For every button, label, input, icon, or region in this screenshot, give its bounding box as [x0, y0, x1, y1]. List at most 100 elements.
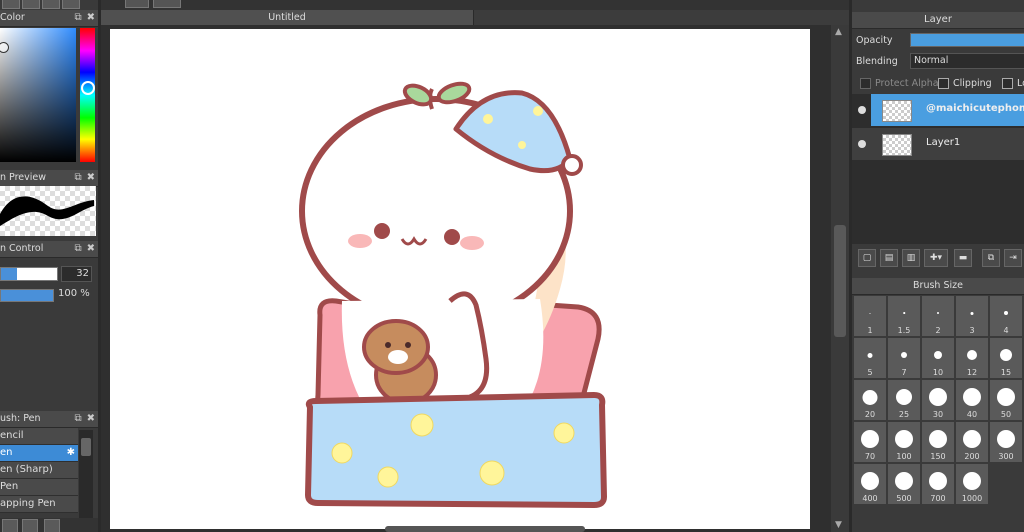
eye-icon[interactable] — [858, 140, 866, 148]
gear-icon[interactable]: ✱ — [67, 445, 75, 461]
toolbar-button[interactable] — [42, 0, 60, 9]
layer-list: @maichicutephoma Layer1 — [852, 94, 1024, 244]
brush-size-cell[interactable]: 40 — [956, 380, 988, 420]
brush-item[interactable]: encil — [0, 428, 78, 445]
brush-list-scrollbar[interactable] — [79, 430, 93, 518]
brush-size-dot — [862, 389, 878, 405]
brush-size-cell[interactable]: 70 — [854, 422, 886, 462]
brush-preview-title: n Preview — [0, 172, 47, 183]
brush-size-cell[interactable]: 30 — [922, 380, 954, 420]
brush-size-cell[interactable]: 5 — [854, 338, 886, 378]
checkbox-box[interactable] — [938, 78, 949, 89]
layer-opacity-slider[interactable] — [910, 33, 1024, 47]
toolbar-button[interactable] — [22, 0, 40, 9]
brush-size-cell[interactable]: 1.5 — [888, 296, 920, 336]
close-icon[interactable]: ✖ — [87, 243, 95, 254]
new-raster-layer-icon[interactable]: ▤ — [880, 249, 898, 267]
brush-size-dot — [1004, 311, 1008, 315]
brush-size-label: 300 — [998, 452, 1014, 461]
brush-size-label: 7 — [901, 368, 907, 377]
toolbar-button[interactable] — [2, 0, 20, 9]
close-icon[interactable]: ✖ — [87, 12, 95, 23]
brush-size-cell[interactable]: 500 — [888, 464, 920, 504]
scroll-down-icon[interactable]: ▼ — [835, 520, 842, 530]
brush-size-cell[interactable]: 1000 — [956, 464, 988, 504]
close-icon[interactable]: ✖ — [87, 413, 95, 424]
duplicate-layer-icon[interactable]: ⧉ — [982, 249, 1000, 267]
brush-size-cell[interactable]: 100 — [888, 422, 920, 462]
protect-alpha-checkbox[interactable]: Protect Alpha — [860, 78, 939, 89]
brush-size-label: 2 — [935, 326, 941, 335]
toolbar-button[interactable] — [125, 0, 149, 8]
brush-opacity-slider[interactable] — [0, 289, 54, 302]
brush-preview — [0, 186, 96, 236]
layer-row-selected[interactable]: @maichicutephoma — [852, 94, 1024, 126]
brush-size-cell[interactable]: 150 — [922, 422, 954, 462]
brush-size-cell[interactable]: 4 — [990, 296, 1022, 336]
vertical-scrollbar[interactable]: ▲ ▼ — [831, 25, 849, 532]
brush-size-value[interactable]: 32 — [61, 266, 92, 282]
eye-icon[interactable] — [858, 106, 866, 114]
brush-size-dot — [997, 388, 1015, 406]
brush-list: encil en ✱ en (Sharp) Pen apping Pen — [0, 428, 78, 513]
brush-item-label: encil — [0, 430, 24, 441]
brush-size-cell[interactable]: 2 — [922, 296, 954, 336]
brush-item-selected[interactable]: en ✱ — [0, 445, 78, 462]
brush-size-cell[interactable]: 50 — [990, 380, 1022, 420]
close-icon[interactable]: ✖ — [87, 172, 95, 183]
layer-row[interactable]: Layer1 — [852, 128, 1024, 160]
horizontal-scroll-thumb[interactable] — [385, 526, 585, 532]
copy-brush-icon[interactable] — [22, 519, 38, 532]
canvas-area[interactable] — [101, 25, 831, 532]
brush-size-cell[interactable]: 7 — [888, 338, 920, 378]
new-halftone-layer-icon[interactable]: ▥ — [902, 249, 920, 267]
toolbar-button[interactable] — [153, 0, 181, 8]
brush-size-slider[interactable] — [0, 267, 58, 281]
scroll-up-icon[interactable]: ▲ — [835, 27, 842, 37]
brush-size-dot — [903, 312, 905, 314]
tab-document[interactable]: Untitled — [101, 10, 474, 25]
brush-size-cell[interactable]: 400 — [854, 464, 886, 504]
folder-icon[interactable] — [44, 519, 60, 532]
brush-size-cell[interactable]: 15 — [990, 338, 1022, 378]
scroll-thumb[interactable] — [834, 225, 846, 337]
brush-size-dot — [967, 350, 977, 360]
popout-icon[interactable]: ⧉ — [74, 413, 81, 424]
add-layer-menu-icon[interactable]: ✚▾ — [924, 249, 948, 267]
scroll-thumb[interactable] — [81, 438, 91, 456]
brush-size-cell[interactable]: 200 — [956, 422, 988, 462]
popout-icon[interactable]: ⧉ — [74, 12, 81, 23]
lock-checkbox[interactable]: Lo — [1002, 78, 1024, 89]
toolbar-button[interactable] — [62, 0, 80, 9]
popout-icon[interactable]: ⧉ — [74, 172, 81, 183]
brush-size-dot — [867, 352, 873, 358]
brush-size-cell[interactable]: 3 — [956, 296, 988, 336]
merge-layer-icon[interactable]: ⇥ — [1004, 249, 1022, 267]
right-panels: Layer Opacity Blending Normal Protect Al… — [852, 0, 1024, 532]
blending-select[interactable]: Normal — [910, 53, 1024, 69]
brush-size-cell[interactable]: 12 — [956, 338, 988, 378]
saturation-value-picker[interactable] — [0, 28, 76, 162]
drawing-canvas[interactable] — [110, 29, 810, 529]
brush-size-label: 3 — [969, 326, 975, 335]
color-panel-title: Color — [0, 12, 25, 23]
add-brush-icon[interactable] — [2, 519, 18, 532]
brush-size-cell[interactable]: 25 — [888, 380, 920, 420]
brush-size-label: 50 — [1000, 410, 1012, 419]
hue-cursor[interactable] — [81, 81, 95, 95]
clipping-checkbox[interactable]: Clipping — [938, 78, 992, 89]
brush-item[interactable]: en (Sharp) — [0, 462, 78, 479]
checkbox-box[interactable] — [860, 78, 871, 89]
hue-slider[interactable] — [80, 28, 95, 162]
brush-size-cell[interactable]: 300 — [990, 422, 1022, 462]
popout-icon[interactable]: ⧉ — [74, 243, 81, 254]
checkbox-box[interactable] — [1002, 78, 1013, 89]
new-layer-icon[interactable]: ▢ — [858, 249, 876, 267]
brush-size-cell[interactable]: 10 — [922, 338, 954, 378]
brush-size-cell[interactable]: 20 — [854, 380, 886, 420]
brush-size-cell[interactable]: 1 — [854, 296, 886, 336]
folder-icon[interactable]: ▬ — [954, 249, 972, 267]
brush-item[interactable]: Pen — [0, 479, 78, 496]
brush-item[interactable]: apping Pen — [0, 496, 78, 513]
brush-size-cell[interactable]: 700 — [922, 464, 954, 504]
